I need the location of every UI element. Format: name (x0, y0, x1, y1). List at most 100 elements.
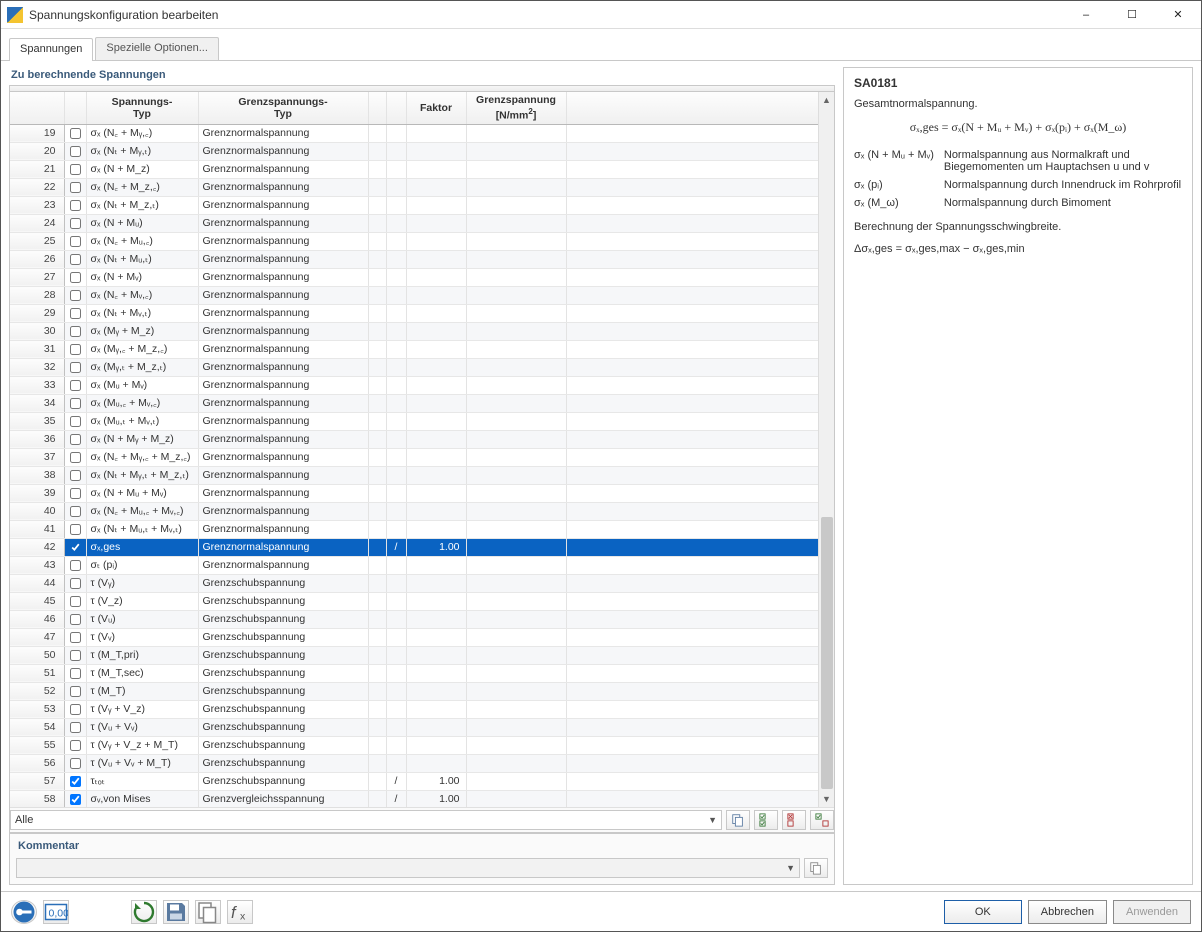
cell-spannungstyp[interactable]: σₓ (N꜀ + Mᵧ,꜀) (86, 124, 198, 142)
row-checkbox[interactable] (70, 686, 81, 697)
cell-grenztyp[interactable]: Grenznormalspannung (198, 430, 368, 448)
row-checkbox-cell[interactable] (64, 646, 86, 664)
cell-spannungstyp[interactable]: σₓ (Nₜ + Mᵤ,ₜ + Mᵥ,ₜ) (86, 520, 198, 538)
cell-spannungstyp[interactable]: τ (Vᵥ) (86, 628, 198, 646)
cell-grenzspannung[interactable] (466, 538, 566, 556)
table-row[interactable]: 32σₓ (Mᵧ,ₜ + M_z,ₜ)Grenznormalspannung (10, 358, 834, 376)
row-checkbox-cell[interactable] (64, 682, 86, 700)
cell-spannungstyp[interactable]: τₜₒₜ (86, 772, 198, 790)
row-checkbox-cell[interactable] (64, 358, 86, 376)
cell-spannungstyp[interactable]: σₓ,ges (86, 538, 198, 556)
cell-grenzspannung[interactable] (466, 394, 566, 412)
cell-grenzspannung[interactable] (466, 232, 566, 250)
table-row[interactable]: 22σₓ (N꜀ + M_z,꜀)Grenznormalspannung (10, 178, 834, 196)
hdr-blank[interactable] (368, 92, 386, 124)
ok-button[interactable]: OK (944, 900, 1022, 924)
row-checkbox[interactable] (70, 290, 81, 301)
row-checkbox-cell[interactable] (64, 430, 86, 448)
cell-grenzspannung[interactable] (466, 772, 566, 790)
row-checkbox-cell[interactable] (64, 160, 86, 178)
units-button[interactable]: 0,00 (43, 900, 69, 924)
row-checkbox[interactable] (70, 146, 81, 157)
row-checkbox-cell[interactable] (64, 520, 86, 538)
table-row[interactable]: 50τ (M_T,pri)Grenzschubspannung (10, 646, 834, 664)
hdr-rest[interactable] (566, 92, 834, 124)
cell-grenztyp[interactable]: Grenznormalspannung (198, 250, 368, 268)
cell-faktor[interactable]: 1.00 (406, 790, 466, 807)
cell-grenztyp[interactable]: Grenznormalspannung (198, 520, 368, 538)
cell-faktor[interactable] (406, 754, 466, 772)
cell-faktor[interactable] (406, 322, 466, 340)
cell-grenztyp[interactable]: Grenznormalspannung (198, 340, 368, 358)
table-row[interactable]: 55τ (Vᵧ + V_z + M_T)Grenzschubspannung (10, 736, 834, 754)
row-checkbox-cell[interactable] (64, 718, 86, 736)
cell-grenzspannung[interactable] (466, 178, 566, 196)
cell-faktor[interactable] (406, 466, 466, 484)
row-checkbox[interactable] (70, 560, 81, 571)
cell-faktor[interactable] (406, 304, 466, 322)
row-checkbox-cell[interactable] (64, 196, 86, 214)
cell-grenztyp[interactable]: Grenzschubspannung (198, 592, 368, 610)
table-row[interactable]: 42σₓ,gesGrenznormalspannung/1.00 (10, 538, 834, 556)
minimize-button[interactable]: – (1063, 1, 1109, 29)
cell-spannungstyp[interactable]: σᵥ,von Mises (86, 790, 198, 807)
cell-grenzspannung[interactable] (466, 502, 566, 520)
cell-grenztyp[interactable]: Grenznormalspannung (198, 304, 368, 322)
cell-grenzspannung[interactable] (466, 592, 566, 610)
cell-spannungstyp[interactable]: τ (M_T) (86, 682, 198, 700)
cell-spannungstyp[interactable]: σₓ (N + Mᵥ) (86, 268, 198, 286)
row-checkbox[interactable] (70, 776, 81, 787)
cell-grenzspannung[interactable] (466, 304, 566, 322)
row-checkbox[interactable] (70, 362, 81, 373)
cell-grenztyp[interactable]: Grenznormalspannung (198, 160, 368, 178)
hdr-rownum[interactable] (10, 92, 64, 124)
maximize-button[interactable]: ☐ (1109, 1, 1155, 29)
cell-spannungstyp[interactable]: σₓ (Nₜ + Mᵧ,ₜ) (86, 142, 198, 160)
cell-grenzspannung[interactable] (466, 520, 566, 538)
cell-faktor[interactable] (406, 268, 466, 286)
cell-grenztyp[interactable]: Grenznormalspannung (198, 412, 368, 430)
row-checkbox-cell[interactable] (64, 394, 86, 412)
row-checkbox[interactable] (70, 488, 81, 499)
cell-grenzspannung[interactable] (466, 430, 566, 448)
cell-faktor[interactable] (406, 628, 466, 646)
cell-faktor[interactable] (406, 646, 466, 664)
hdr-slash[interactable] (386, 92, 406, 124)
filter-apply-button[interactable] (726, 810, 750, 830)
row-checkbox-cell[interactable] (64, 232, 86, 250)
cell-grenzspannung[interactable] (466, 664, 566, 682)
row-checkbox[interactable] (70, 794, 81, 805)
cell-grenzspannung[interactable] (466, 124, 566, 142)
row-checkbox[interactable] (70, 218, 81, 229)
uncheck-all-button[interactable] (782, 810, 806, 830)
kommentar-input[interactable]: ▼ (16, 858, 800, 878)
cell-grenztyp[interactable]: Grenznormalspannung (198, 196, 368, 214)
row-checkbox-cell[interactable] (64, 772, 86, 790)
cell-spannungstyp[interactable]: σₜ (pᵢ) (86, 556, 198, 574)
cell-grenzspannung[interactable] (466, 628, 566, 646)
function-button[interactable]: fx (227, 900, 253, 924)
cell-faktor[interactable]: 1.00 (406, 772, 466, 790)
cell-spannungstyp[interactable]: σₓ (N + Mᵧ + M_z) (86, 430, 198, 448)
cell-grenztyp[interactable]: Grenznormalspannung (198, 268, 368, 286)
row-checkbox[interactable] (70, 578, 81, 589)
cell-grenztyp[interactable]: Grenznormalspannung (198, 142, 368, 160)
row-checkbox[interactable] (70, 650, 81, 661)
row-checkbox[interactable] (70, 344, 81, 355)
cell-grenztyp[interactable]: Grenznormalspannung (198, 394, 368, 412)
row-checkbox-cell[interactable] (64, 592, 86, 610)
cell-grenzspannung[interactable] (466, 160, 566, 178)
table-row[interactable]: 25σₓ (N꜀ + Mᵤ,꜀)Grenznormalspannung (10, 232, 834, 250)
cell-faktor[interactable] (406, 520, 466, 538)
tab-spannungen[interactable]: Spannungen (9, 38, 93, 61)
cell-faktor[interactable] (406, 502, 466, 520)
cell-faktor[interactable] (406, 178, 466, 196)
cell-faktor[interactable] (406, 394, 466, 412)
cell-faktor[interactable]: 1.00 (406, 538, 466, 556)
cancel-button[interactable]: Abbrechen (1028, 900, 1107, 924)
row-checkbox[interactable] (70, 524, 81, 535)
row-checkbox[interactable] (70, 722, 81, 733)
table-row[interactable]: 51τ (M_T,sec)Grenzschubspannung (10, 664, 834, 682)
table-row[interactable]: 33σₓ (Mᵤ + Mᵥ)Grenznormalspannung (10, 376, 834, 394)
tab-spezielle-optionen[interactable]: Spezielle Optionen... (95, 37, 219, 60)
